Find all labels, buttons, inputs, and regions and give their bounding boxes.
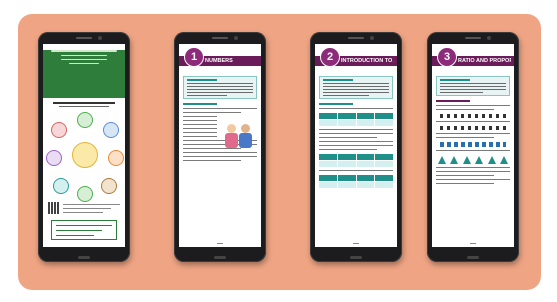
- phone-camera: [98, 36, 102, 40]
- chapter-header: 3 RATIO AND PROPORTION: [432, 44, 514, 74]
- chapter-title: RATIO AND PROPORTION: [458, 58, 511, 64]
- chapter-1-screen: 1 NUMBERS: [179, 44, 261, 247]
- phone-home-bar: [78, 256, 90, 259]
- cover-title-band: [43, 50, 125, 98]
- learning-objectives-box: [436, 76, 510, 96]
- phone-chapter-3: 3 RATIO AND PROPORTION: [427, 32, 519, 262]
- chapter-number: 2: [320, 47, 340, 67]
- pattern-table-3: [319, 175, 393, 188]
- book-cover-screen: [43, 44, 125, 247]
- dot-pattern-row: [440, 114, 506, 118]
- chapter-title: INTRODUCTION TO ALGEBRA: [341, 58, 394, 64]
- cover-footer-box: [51, 220, 117, 240]
- pattern-table-2: [319, 154, 393, 167]
- qr-code: [48, 202, 60, 214]
- dot-pattern-row: [440, 126, 506, 130]
- phone-speaker: [76, 37, 92, 39]
- chapter-3-screen: 3 RATIO AND PROPORTION: [432, 44, 514, 247]
- children-illustration: [223, 122, 255, 152]
- phone-cover: [38, 32, 130, 262]
- phone-chapter-1: 1 NUMBERS: [174, 32, 266, 262]
- chapter-number: 3: [437, 47, 457, 67]
- chapter-number: 1: [184, 47, 204, 67]
- phone-chapter-2: 2 INTRODUCTION TO ALGEBRA: [310, 32, 402, 262]
- chapter-2-screen: 2 INTRODUCTION TO ALGEBRA: [315, 44, 397, 247]
- triangle-pattern-row: [438, 156, 508, 164]
- cover-concept-diagram: [43, 110, 125, 202]
- chapter-title: NUMBERS: [205, 58, 233, 64]
- shape-pattern-row: [440, 142, 506, 147]
- pattern-table: [319, 113, 393, 126]
- cover-subtitle: [43, 102, 125, 107]
- learning-objectives-box: [183, 76, 257, 99]
- learning-objectives-box: [319, 76, 393, 99]
- chapter-header: 2 INTRODUCTION TO ALGEBRA: [315, 44, 397, 74]
- chapter-header: 1 NUMBERS: [179, 44, 261, 74]
